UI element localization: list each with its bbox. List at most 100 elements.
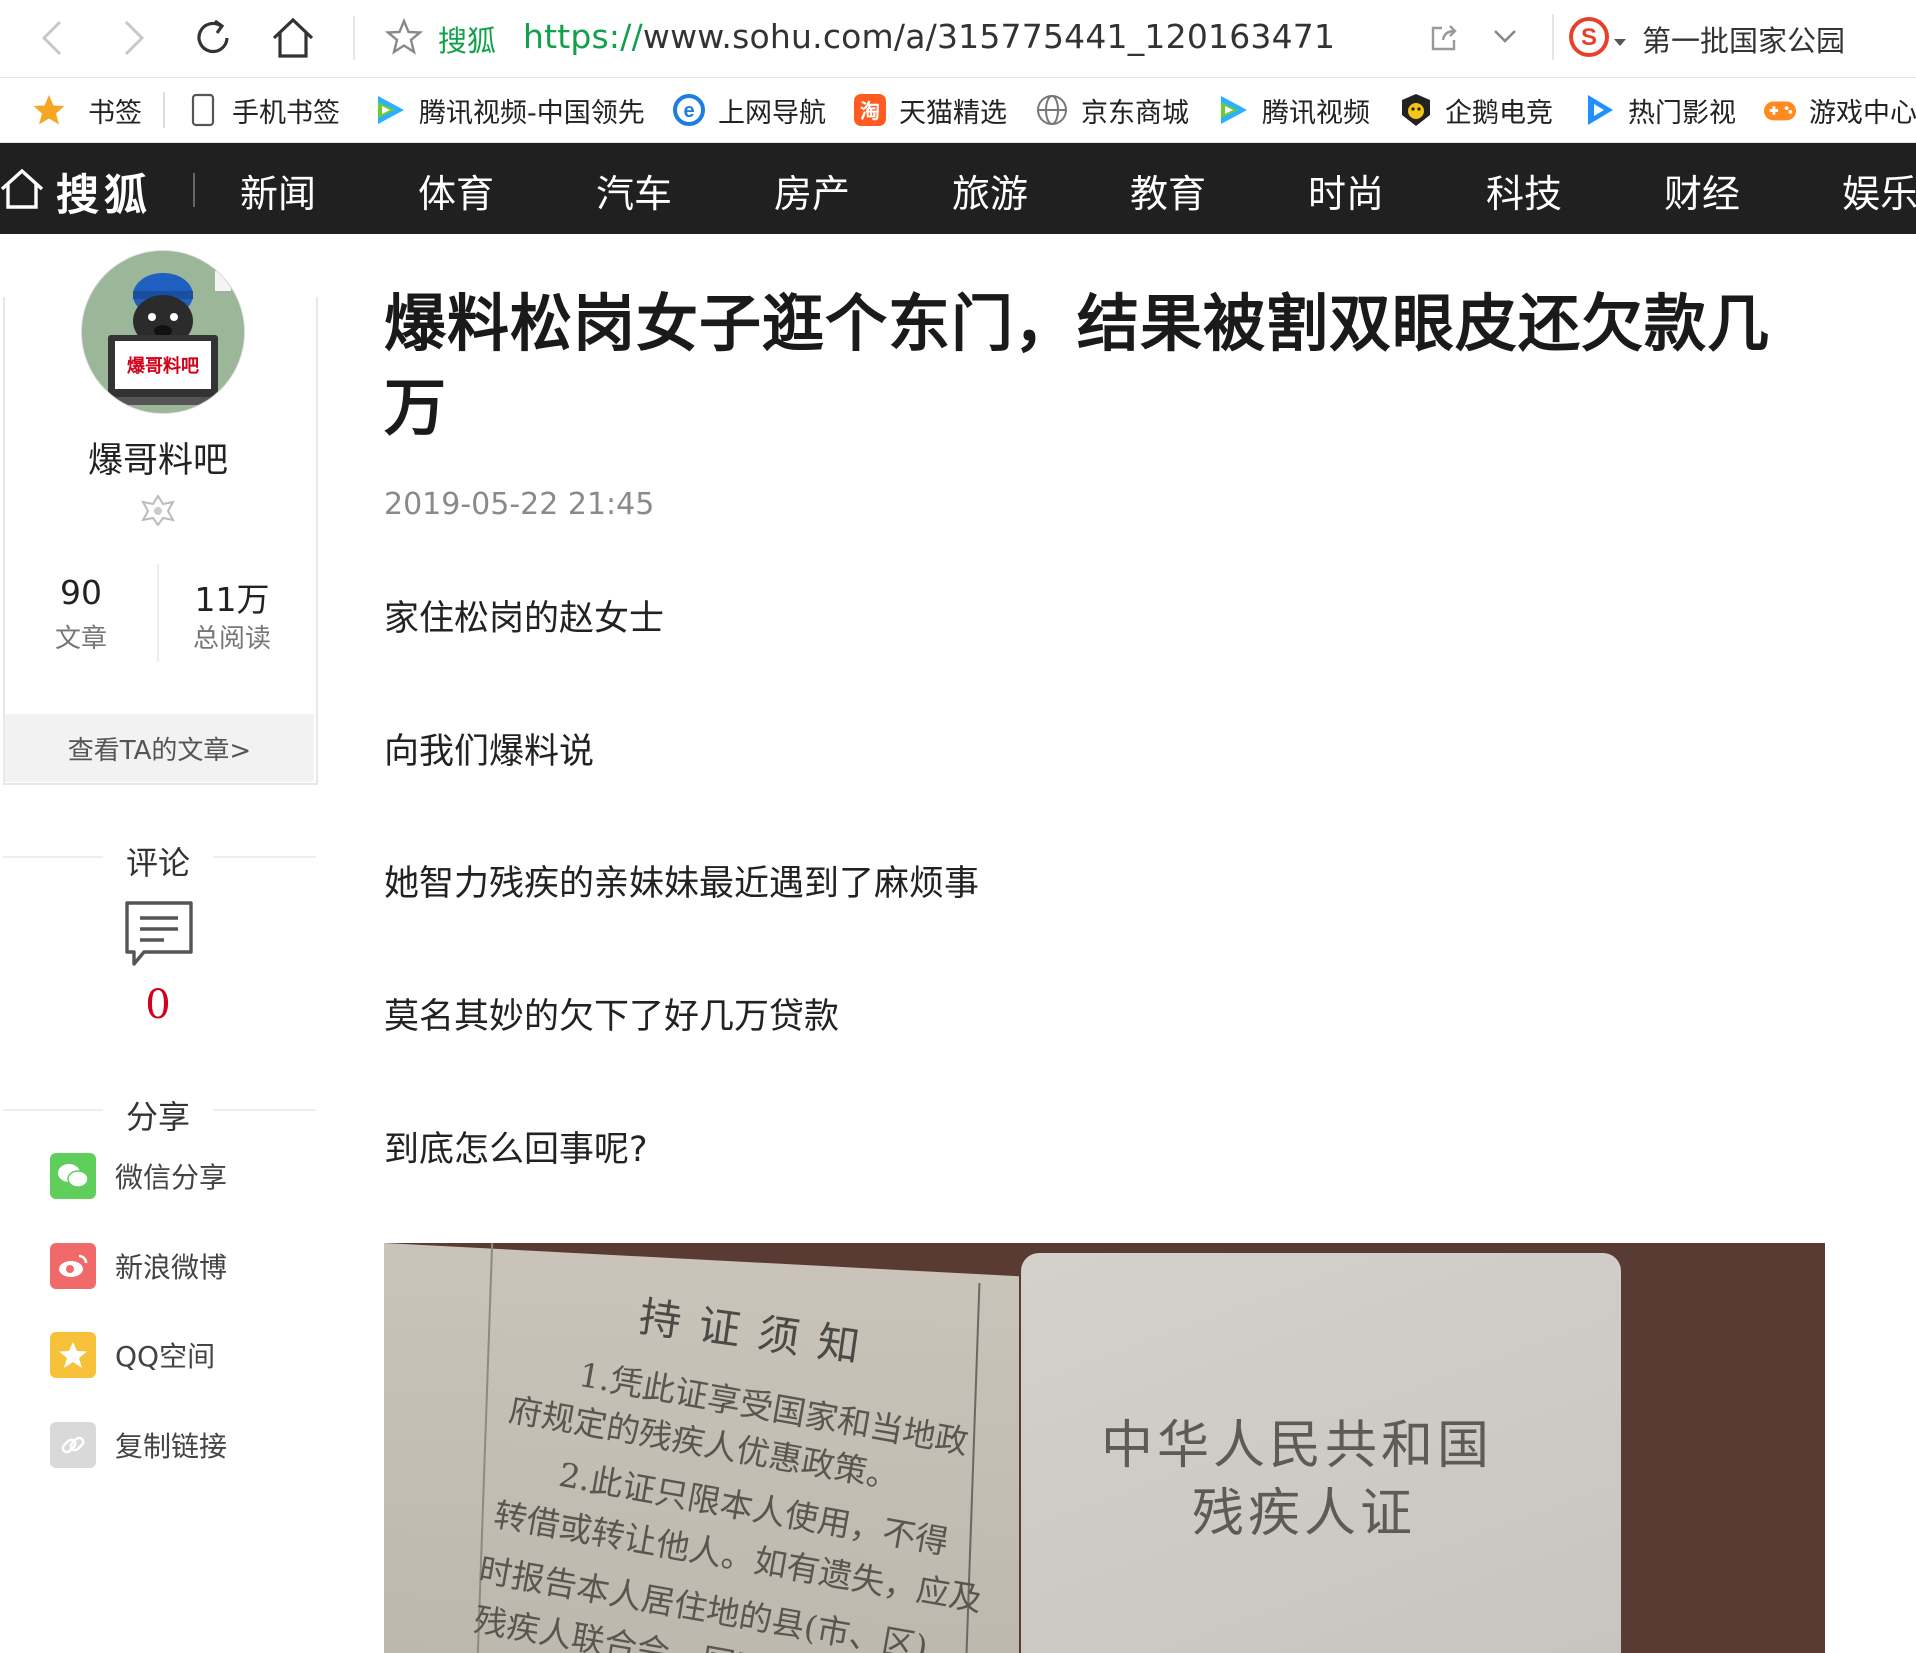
nav-item-finance[interactable]: 财经 — [1664, 163, 1740, 218]
bookmark-item[interactable]: 腾讯视频 — [1216, 78, 1370, 142]
article-paragraph: 家住松岗的赵女士 — [384, 599, 665, 639]
articles-label: 文章 — [54, 624, 107, 654]
phone-icon — [186, 93, 220, 127]
bookmark-item[interactable]: 热门影视 — [1582, 78, 1736, 142]
home-icon[interactable] — [0, 168, 44, 214]
sohu-logo[interactable]: 搜狐 — [56, 161, 152, 223]
bookmark-item[interactable]: 游戏中心 — [1763, 78, 1916, 142]
bookmark-item[interactable]: e 上网导航 — [672, 78, 826, 142]
article-paragraph: 她智力残疾的亲妹妹最近遇到了麻烦事 — [384, 864, 980, 904]
svg-text:S: S — [1581, 24, 1597, 51]
bookmark-label: 手机书签 — [232, 97, 340, 129]
bookmarks-bar: 书签 手机书签 腾讯视频-中国领先 e 上网导航 淘 天猫精选 京东商城 腾讯视… — [0, 78, 1916, 143]
toolbar-divider — [1552, 14, 1554, 60]
bookmark-label: 书签 — [88, 97, 142, 129]
bookmarks-divider — [163, 92, 165, 128]
url-field[interactable]: https://www.sohu.com/a/315775441_1201634… — [523, 17, 1335, 56]
article-paragraph: 向我们爆料说 — [384, 732, 595, 772]
certificate-cover-title: 中华人民共和国 — [1101, 1416, 1494, 1476]
article-image-disability-certificate[interactable]: 持证须知 1.凭此证享受国家和当地政 府规定的残疾人优惠政策。 2.此证只限本人… — [384, 1243, 1825, 1653]
tencent-video-icon — [1216, 93, 1250, 127]
bookmark-label: 热门影视 — [1628, 97, 1736, 129]
nav-item-tech[interactable]: 科技 — [1486, 163, 1562, 218]
share-icon[interactable] — [1428, 22, 1460, 58]
share-label: QQ空间 — [115, 1340, 216, 1373]
bookmark-label: 京东商城 — [1081, 97, 1189, 129]
nav-item-sports[interactable]: 体育 — [418, 163, 494, 218]
bookmark-item[interactable]: 企鹅电竞 — [1399, 78, 1553, 142]
share-weibo[interactable]: 新浪微博 — [50, 1242, 227, 1290]
view-author-articles-button[interactable]: 查看TA的文章> — [5, 714, 314, 782]
star-icon — [32, 93, 66, 127]
toolbar-divider — [353, 16, 355, 60]
bookmark-label: 企鹅电竞 — [1445, 97, 1553, 129]
share-label: 新浪微博 — [115, 1251, 228, 1284]
forward-arrow-icon — [124, 20, 145, 56]
article-title: 爆料松岗女子逛个东门，结果被割双眼皮还欠款几万 — [384, 287, 1771, 444]
article-paragraph: 莫名其妙的欠下了好几万贷款 — [384, 997, 840, 1037]
author-badge-icon — [139, 494, 177, 530]
gamepad-icon — [1763, 93, 1797, 127]
caret-down-icon[interactable] — [1613, 33, 1627, 52]
svg-text:淘: 淘 — [860, 99, 880, 123]
share-label: 微信分享 — [115, 1161, 228, 1194]
site-name: 搜狐 — [438, 24, 497, 58]
share-label: 复制链接 — [115, 1430, 228, 1463]
bookmark-label: 上网导航 — [718, 97, 826, 129]
avatar[interactable]: 爆哥料吧 — [81, 250, 245, 414]
nav-item-travel[interactable]: 旅游 — [952, 163, 1028, 218]
nav-item-entertainment[interactable]: 娱乐 — [1842, 163, 1916, 218]
back-arrow-icon — [41, 20, 62, 56]
comments-title: 评论 — [125, 844, 190, 882]
bookmark-label: 天猫精选 — [899, 97, 1007, 129]
comment-icon[interactable] — [124, 900, 194, 972]
svg-text:e: e — [683, 100, 694, 122]
author-name[interactable]: 爆哥料吧 — [0, 432, 316, 483]
reload-button[interactable] — [185, 12, 241, 64]
comment-count[interactable]: 0 — [0, 982, 316, 1028]
home-icon — [272, 17, 314, 58]
sogou-search-icon[interactable]: S — [1568, 16, 1610, 62]
browser-toolbar: 搜狐 https://www.sohu.com/a/315775441_1201… — [0, 0, 1916, 78]
share-copy-link[interactable]: 复制链接 — [50, 1421, 227, 1469]
nav-item-fashion[interactable]: 时尚 — [1308, 163, 1384, 218]
bookmark-label: 腾讯视频 — [1262, 97, 1370, 129]
bookmark-label: 腾讯视频-中国领先 — [419, 97, 645, 129]
qzone-icon — [50, 1332, 96, 1378]
chevron-down-icon[interactable] — [1492, 27, 1518, 49]
bookmark-item[interactable]: 淘 天猫精选 — [853, 78, 1007, 142]
nav-item-auto[interactable]: 汽车 — [596, 163, 672, 218]
globe-icon — [1035, 93, 1069, 127]
forward-button[interactable] — [105, 12, 161, 64]
site-nav-bar: 搜狐 新闻 体育 汽车 房产 旅游 教育 时尚 科技 财经 娱乐 — [0, 143, 1916, 234]
article-date: 2019-05-22 21:45 — [384, 487, 655, 522]
articles-count: 90 — [60, 573, 102, 612]
share-qzone[interactable]: QQ空间 — [50, 1331, 215, 1379]
search-input[interactable]: 第一批国家公园 — [1642, 18, 1845, 60]
avatar-illustration: 爆哥料吧 — [82, 251, 244, 413]
reload-icon — [197, 19, 229, 54]
nav-divider — [193, 173, 195, 207]
svg-text:爆哥料吧: 爆哥料吧 — [127, 355, 199, 377]
back-button[interactable] — [25, 12, 81, 64]
reads-label: 总阅读 — [192, 624, 271, 654]
share-title: 分享 — [125, 1098, 190, 1136]
bookmark-label: 游戏中心 — [1809, 97, 1916, 129]
home-button[interactable] — [265, 12, 321, 64]
nav-item-news[interactable]: 新闻 — [240, 163, 316, 218]
nav-item-realestate[interactable]: 房产 — [774, 163, 850, 218]
nav-item-education[interactable]: 教育 — [1130, 163, 1206, 218]
bookmark-star-icon[interactable] — [384, 17, 424, 60]
reads-count: 11万 — [194, 580, 270, 619]
tencent-video-icon — [373, 93, 407, 127]
bookmark-item[interactable]: 腾讯视频-中国领先 — [373, 78, 645, 142]
taobao-icon: 淘 — [853, 93, 887, 127]
bookmark-item[interactable]: 手机书签 — [186, 78, 340, 142]
url-protocol: https:// — [523, 17, 643, 56]
bookmark-item[interactable]: 京东商城 — [1035, 78, 1189, 142]
play-icon — [1582, 93, 1616, 127]
bookmark-item[interactable]: 书签 — [32, 78, 142, 142]
share-wechat[interactable]: 微信分享 — [50, 1152, 227, 1200]
ie-icon: e — [672, 93, 706, 127]
url-path: www.sohu.com/a/315775441_120163471 — [642, 17, 1336, 56]
